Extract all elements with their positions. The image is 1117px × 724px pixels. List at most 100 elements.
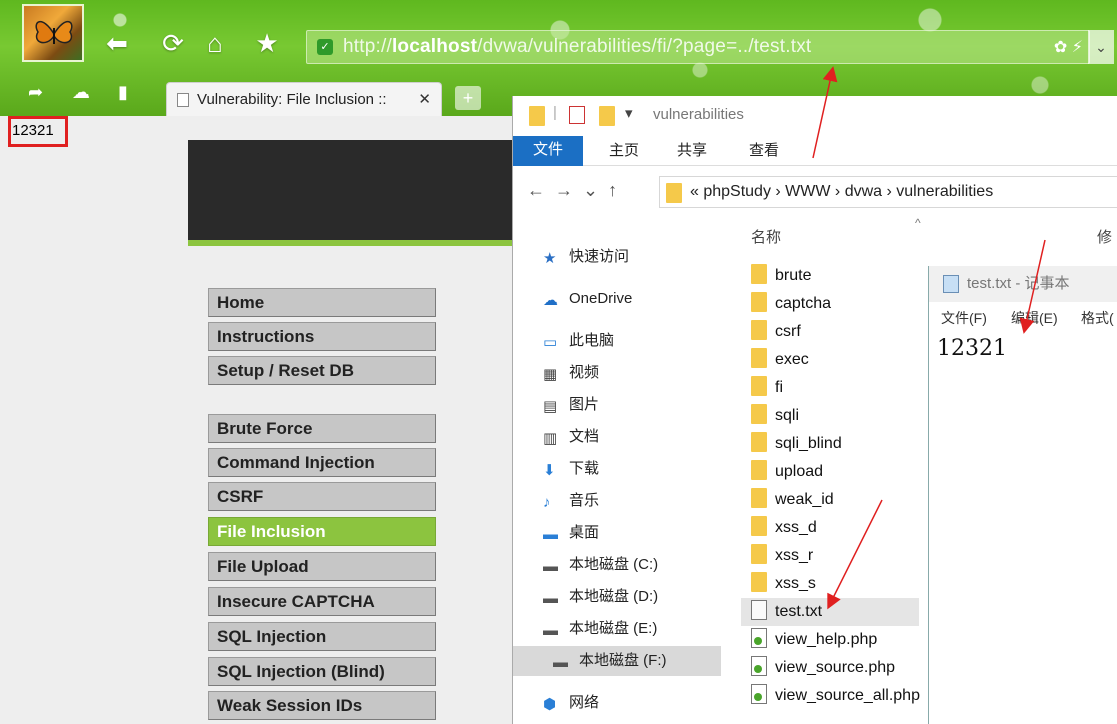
menu-file[interactable]: 文件(F) [941, 304, 987, 332]
star-bookmark-icon[interactable]: ★ [252, 28, 282, 58]
file-row[interactable]: upload [751, 458, 941, 486]
menu-item-insecure-captcha[interactable]: Insecure CAPTCHA [208, 587, 436, 616]
file-name: fi [775, 379, 783, 396]
sidebar-item[interactable]: ▤ 图片 [543, 390, 599, 420]
file-name: view_source.php [775, 659, 896, 676]
folder-icon [751, 488, 767, 508]
menu-item-home[interactable]: Home [208, 288, 436, 317]
file-row[interactable]: xss_s [751, 570, 941, 598]
menu-item-command-injection[interactable]: Command Injection [208, 448, 436, 477]
menu-item-brute-force[interactable]: Brute Force [208, 414, 436, 443]
music-icon: ♪ [543, 494, 551, 511]
sidebar-item[interactable]: ▦ 视频 [543, 358, 599, 388]
file-row[interactable]: brute [751, 262, 941, 290]
sidebar-item[interactable]: ▬ 本地磁盘 (F:) [513, 646, 721, 676]
file-row[interactable]: test.txt [741, 598, 919, 626]
cloud-icon[interactable]: ☁ [72, 82, 90, 103]
folder-icon [751, 460, 767, 480]
sidebar-item[interactable]: ♪ 音乐 [543, 486, 599, 516]
sidebar-item-label: 本地磁盘 (C:) [569, 556, 659, 573]
tab-home[interactable]: 主页 [609, 136, 639, 166]
file-row[interactable]: captcha [751, 290, 941, 318]
breadcrumb[interactable]: « phpStudy › WWW › dvwa › vulnerabilitie… [659, 176, 1117, 208]
tab-file[interactable]: 文件 [513, 136, 583, 166]
sidebar-item[interactable]: ▬ 本地磁盘 (D:) [543, 582, 658, 612]
avatar[interactable] [22, 4, 84, 62]
file-row[interactable]: sqli_blind [751, 430, 941, 458]
file-name: test.txt [775, 603, 823, 620]
quick-access-dropdown-icon[interactable]: ▾ [625, 104, 633, 122]
url-text[interactable]: http://localhost/dvwa/vulnerabilities/fi… [343, 36, 811, 58]
star-icon: ★ [543, 250, 557, 267]
menu-item-file-upload[interactable]: File Upload [208, 552, 436, 581]
file-row[interactable]: weak_id [751, 486, 941, 514]
file-row[interactable]: sqli [751, 402, 941, 430]
notepad-titlebar: test.txt - 记事本 [929, 266, 1117, 302]
download-icon: ⬇ [543, 462, 556, 479]
home-icon[interactable]: ⌂ [200, 28, 230, 58]
sidebar-item[interactable]: ▥ 文档 [543, 422, 599, 452]
menu-format[interactable]: 格式( [1081, 304, 1114, 332]
sidebar-item[interactable]: ★ 快速访问 [543, 242, 629, 272]
menu-item-csrf[interactable]: CSRF [208, 482, 436, 511]
file-row[interactable]: xss_r [751, 542, 941, 570]
column-header-name[interactable]: 名称 [751, 226, 781, 247]
file-row[interactable]: view_source.php [751, 654, 941, 682]
lightning-icon[interactable]: ⚡ [1072, 39, 1083, 56]
sidebar-item-label: 文档 [569, 428, 600, 445]
explorer-titlebar: | ▾ vulnerabilities [513, 96, 1117, 136]
sidebar-item[interactable]: ▬ 桌面 [543, 518, 599, 548]
extension-icon[interactable]: ✿ [1054, 39, 1067, 56]
file-row[interactable]: xss_d [751, 514, 941, 542]
new-folder-icon[interactable] [599, 106, 615, 126]
menu-edit[interactable]: 编辑(E) [1011, 304, 1058, 332]
new-tab-button[interactable]: + [455, 86, 481, 110]
menu-item-sql-injection[interactable]: SQL Injection [208, 622, 436, 651]
file-row[interactable]: exec [751, 346, 941, 374]
url-prefix: http:// [343, 36, 392, 57]
notepad-content[interactable]: 12321 [937, 336, 1007, 361]
file-row[interactable]: csrf [751, 318, 941, 346]
drive-icon: ▬ [543, 622, 558, 639]
file-row[interactable]: view_source_all.php [751, 682, 941, 710]
chevron-down-icon[interactable]: ⌄ [1088, 30, 1114, 64]
sidebar-item[interactable]: ⬢ 网络 [543, 688, 599, 718]
security-shield-icon: ✓ [317, 39, 333, 55]
breadcrumb-path: « phpStudy › WWW › dvwa › vulnerabilitie… [690, 183, 994, 200]
menu-item-setup-reset-db[interactable]: Setup / Reset DB [208, 356, 436, 385]
file-name: sqli_blind [775, 435, 842, 452]
tab-view[interactable]: 查看 [749, 136, 779, 166]
close-icon[interactable]: ✕ [418, 83, 431, 116]
sidebar-item-label: OneDrive [569, 290, 633, 307]
menu-item-file-inclusion[interactable]: File Inclusion [208, 517, 436, 546]
folder-icon [751, 404, 767, 424]
back-icon[interactable]: ⬅ [102, 28, 132, 58]
sidebar-item-label: 图片 [569, 396, 600, 413]
sidebar-item[interactable]: ▭ 此电脑 [543, 326, 614, 356]
menu-item-sql-injection-blind[interactable]: SQL Injection (Blind) [208, 657, 436, 686]
sidebar-item[interactable]: ▬ 本地磁盘 (C:) [543, 550, 658, 580]
file-row[interactable]: fi [751, 374, 941, 402]
menu-item-weak-session-ids[interactable]: Weak Session IDs [208, 691, 436, 720]
computer-icon: ▭ [543, 334, 558, 351]
navigation-arrows[interactable]: ←→⌄↑ [527, 180, 627, 201]
refresh-icon[interactable]: ⟳ [158, 28, 188, 58]
tab-file-inclusion[interactable]: Vulnerability: File Inclusion :: ✕ [166, 82, 442, 116]
sidebar-item[interactable]: ⬇ 下载 [543, 454, 599, 484]
sidebar-item[interactable]: ☁ OneDrive [543, 284, 632, 314]
tab-share[interactable]: 共享 [677, 136, 707, 166]
sidebar-item[interactable]: ▬ 本地磁盘 (E:) [543, 614, 657, 644]
folder-icon [751, 348, 767, 368]
file-name: view_help.php [775, 631, 878, 648]
column-header-modified[interactable]: 修 [1097, 226, 1112, 247]
file-name: exec [775, 351, 809, 368]
properties-icon[interactable] [569, 106, 585, 124]
folder-icon [751, 544, 767, 564]
address-bar[interactable]: ✓ http://localhost/dvwa/vulnerabilities/… [306, 30, 1090, 64]
phone-icon[interactable]: ▮ [118, 82, 128, 103]
drive-icon: ▬ [543, 558, 558, 575]
sidebar-toggle-icon[interactable]: ➦ [28, 82, 43, 103]
butterfly-icon [35, 21, 73, 44]
file-row[interactable]: view_help.php [751, 626, 941, 654]
menu-item-instructions[interactable]: Instructions [208, 322, 436, 351]
